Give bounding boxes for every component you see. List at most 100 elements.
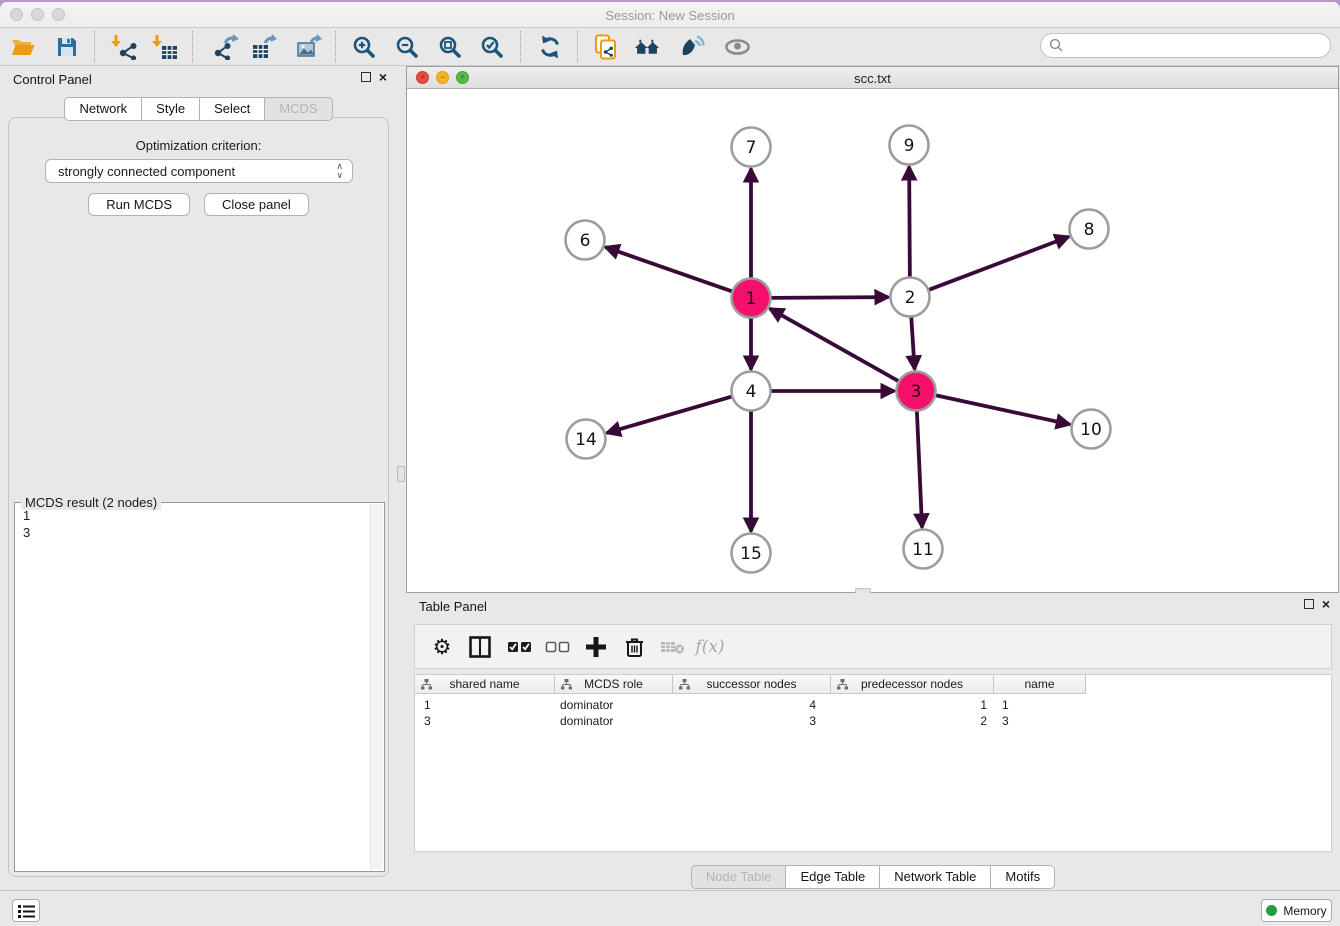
search-box[interactable]: [1040, 33, 1331, 58]
graph-edge-1-6[interactable]: [605, 247, 732, 291]
graph-node-label: 3: [911, 382, 922, 402]
mcds-result-line: 3: [23, 524, 30, 541]
graph-node-label: 9: [904, 136, 915, 156]
column-header-successor-nodes[interactable]: successor nodes: [673, 675, 831, 694]
mcds-result-group: MCDS result (2 nodes) 1 3: [14, 495, 385, 872]
close-table-panel-icon[interactable]: ×: [1322, 599, 1330, 609]
close-panel-button[interactable]: Close panel: [204, 193, 309, 216]
criterion-dropdown[interactable]: strongly connected component ∧∨: [45, 159, 353, 183]
tab-mcds[interactable]: MCDS: [265, 97, 332, 121]
float-table-panel-icon[interactable]: [1304, 599, 1314, 609]
apply-style-icon[interactable]: [678, 33, 705, 60]
memory-status-dot: [1266, 905, 1277, 916]
column-header-shared-name[interactable]: shared name: [415, 675, 555, 694]
graph-node-label: 10: [1080, 420, 1102, 440]
graph-edge-4-14[interactable]: [607, 396, 733, 433]
export-network-icon[interactable]: [212, 33, 239, 60]
column-type-icon: [679, 679, 690, 690]
control-panel-tabs: Network Style Select MCDS: [0, 97, 397, 121]
node-table: shared name MCDS role successor nodes pr…: [414, 674, 1332, 852]
table-panel-title: Table Panel: [419, 599, 487, 614]
zoom-in-icon[interactable]: [350, 33, 377, 60]
run-mcds-button[interactable]: Run MCDS: [88, 193, 190, 216]
memory-label: Memory: [1283, 904, 1326, 918]
zoom-fit-icon[interactable]: [436, 33, 463, 60]
tab-style[interactable]: Style: [142, 97, 200, 121]
tab-network[interactable]: Network: [64, 97, 142, 121]
open-file-icon[interactable]: [9, 33, 36, 60]
import-network-icon[interactable]: [110, 33, 137, 60]
graph-edge-1-2[interactable]: [770, 297, 888, 298]
network-window: × − + scc.txt 1234678910111415: [406, 66, 1339, 593]
close-panel-icon[interactable]: ×: [379, 72, 387, 82]
chevron-up-down-icon: ∧∨: [336, 162, 343, 180]
graph-edge-3-10[interactable]: [935, 395, 1070, 424]
column-header-name[interactable]: name: [994, 675, 1086, 694]
status-bar: Memory: [0, 890, 1340, 926]
mcds-panel: Optimization criterion: strongly connect…: [8, 117, 389, 877]
optimization-criterion-label: Optimization criterion:: [9, 138, 388, 153]
graph-edge-2-9[interactable]: [909, 166, 910, 277]
tab-edge-table[interactable]: Edge Table: [786, 865, 880, 889]
graph-node-label: 11: [912, 540, 934, 560]
table-tabs: Node Table Edge Table Network Table Moti…: [406, 865, 1340, 889]
network-title: scc.txt: [407, 71, 1338, 86]
criterion-value: strongly connected component: [58, 164, 235, 179]
zoom-selected-icon[interactable]: [478, 33, 505, 60]
save-session-icon[interactable]: [53, 33, 80, 60]
graph-node-label: 4: [746, 382, 757, 402]
select-all-icon[interactable]: [507, 634, 533, 660]
toolbar-separator: [94, 31, 95, 62]
table-row[interactable]: 3 dominator 3 2 3: [415, 713, 1086, 729]
result-scrollbar[interactable]: [370, 504, 383, 870]
vertical-splitter-grip[interactable]: [397, 466, 405, 482]
gear-icon[interactable]: ⚙: [429, 634, 455, 660]
graph-edge-3-11[interactable]: [917, 410, 922, 527]
function-builder-icon: f(x): [697, 634, 723, 660]
graph-node-label: 2: [905, 288, 916, 308]
export-image-icon[interactable]: [295, 33, 322, 60]
search-icon: [1049, 38, 1064, 53]
deselect-all-icon[interactable]: [545, 634, 571, 660]
main-toolbar: [0, 28, 1340, 66]
graph-node-label: 15: [740, 544, 762, 564]
clone-network-icon[interactable]: [592, 33, 619, 60]
memory-button[interactable]: Memory: [1261, 899, 1332, 922]
task-history-button[interactable]: [12, 899, 40, 922]
column-type-icon: [561, 679, 572, 690]
tab-node-table[interactable]: Node Table: [691, 865, 787, 889]
graph-edge-2-3[interactable]: [911, 316, 914, 369]
show-hide-eye-icon[interactable]: [724, 33, 751, 60]
columns-icon[interactable]: [467, 634, 493, 660]
tab-motifs[interactable]: Motifs: [991, 865, 1055, 889]
column-header-predecessor-nodes[interactable]: predecessor nodes: [831, 675, 994, 694]
graph-node-label: 6: [580, 231, 591, 251]
control-panel: Control Panel × Network Style Select MCD…: [0, 66, 397, 890]
zoom-out-icon[interactable]: [393, 33, 420, 60]
column-header-mcds-role[interactable]: MCDS role: [555, 675, 673, 694]
graph-edge-3-1[interactable]: [770, 309, 899, 382]
float-panel-icon[interactable]: [361, 72, 371, 82]
network-titlebar[interactable]: × − + scc.txt: [407, 67, 1338, 89]
list-icon: [18, 904, 35, 918]
toolbar-separator: [192, 31, 193, 62]
import-table-icon[interactable]: [151, 33, 178, 60]
refresh-icon[interactable]: [536, 33, 563, 60]
graph-node-label: 14: [575, 430, 597, 450]
mcds-result-box: 1 3: [14, 502, 385, 872]
trash-icon[interactable]: [622, 634, 648, 660]
search-input[interactable]: [1064, 38, 1314, 53]
first-neighbors-icon[interactable]: [634, 33, 661, 60]
network-canvas[interactable]: 1234678910111415: [407, 89, 1338, 592]
export-table-icon[interactable]: [250, 33, 277, 60]
toolbar-separator: [577, 31, 578, 62]
titlebar: Session: New Session: [0, 2, 1340, 28]
table-row[interactable]: 1 dominator 4 1 1: [415, 697, 1086, 713]
table-panel: Table Panel × ⚙ f(x) shar: [406, 593, 1340, 890]
add-icon[interactable]: [583, 634, 609, 660]
delete-table-icon: [660, 634, 686, 660]
toolbar-separator: [520, 31, 521, 62]
graph-edge-2-8[interactable]: [928, 237, 1069, 290]
tab-network-table[interactable]: Network Table: [880, 865, 991, 889]
tab-select[interactable]: Select: [200, 97, 265, 121]
